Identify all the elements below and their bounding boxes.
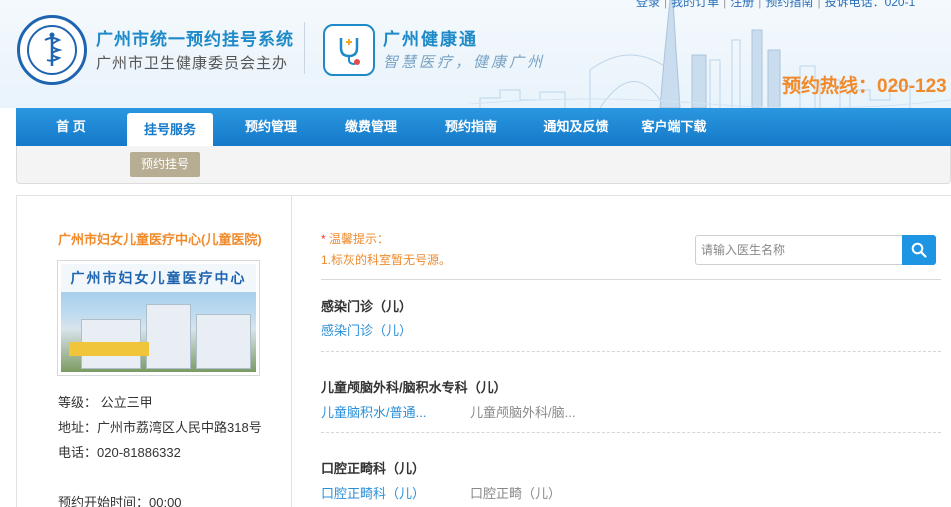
department-clinic-unavailable: 儿童颅脑外科/脑... (470, 405, 576, 420)
nav-client-download[interactable]: 客户端下载 (628, 108, 720, 146)
nav-registration-service[interactable]: 挂号服务 (127, 113, 213, 146)
main-nav: 首 页 挂号服务 预约管理 缴费管理 预约指南 通知及反馈 客户端下载 (16, 108, 951, 146)
required-star-icon: * (321, 232, 326, 246)
department-clinic-unavailable: 口腔正畸（儿） (470, 486, 562, 501)
nav-home[interactable]: 首 页 (34, 108, 108, 146)
register-link[interactable]: 注册 (730, 0, 754, 9)
search-button[interactable] (902, 235, 936, 265)
hospital-info-panel: 广州市妇女儿童医疗中心(儿童医院) 广州市妇女儿童医疗中心 等级： 公立三甲 地… (16, 195, 292, 507)
sub-nav: 预约挂号 (16, 146, 951, 184)
nav-booking-guide[interactable]: 预约指南 (430, 108, 512, 146)
department-clinic-link[interactable]: 口腔正畸科（儿） (321, 483, 425, 502)
doctor-search-box (695, 235, 936, 265)
health-pass-title: 广州健康通 (383, 30, 478, 49)
notice-title: * 温馨提示： (321, 230, 389, 247)
hospital-phone: 电话：020-81886332 (58, 445, 181, 460)
subnav-book-appointment[interactable]: 预约挂号 (130, 152, 200, 177)
booking-start-time: 预约开始时间：00:00 (58, 495, 182, 507)
booking-guide-link[interactable]: 预约指南 (765, 0, 813, 9)
booking-hotline: 预约热线：020-123 (782, 76, 947, 97)
search-icon (911, 242, 927, 258)
notice-title-text: 温馨提示： (329, 232, 390, 246)
department-list-panel: * 温馨提示： 1.标灰的科室暂无号源。 感染门诊（儿） 感染门诊（儿） 儿童颅… (292, 195, 951, 507)
nav-appointment-management[interactable]: 预约管理 (230, 108, 312, 146)
hospital-photo: 广州市妇女儿童医疗中心 (57, 260, 260, 376)
caduceus-icon (27, 25, 77, 75)
nav-payment-management[interactable]: 缴费管理 (330, 108, 412, 146)
department-title: 儿童颅脑外科/脑积水专科（儿） (321, 380, 507, 395)
site-title: 广州市统一预约挂号系统 (96, 30, 294, 49)
department-divider (321, 351, 941, 352)
health-pass-logo-icon (323, 24, 375, 76)
notice-text: 1.标灰的科室暂无号源。 (321, 253, 452, 267)
department-title: 感染门诊（儿） (321, 299, 413, 314)
hospital-name[interactable]: 广州市妇女儿童医疗中心(儿童医院) (58, 229, 262, 248)
my-orders-link[interactable]: 我的订单 (671, 0, 719, 9)
top-links-bar: 登录 | 我的订单 | 注册 | 预约指南 | 投诉电话：020-1 (636, 0, 915, 10)
header-divider (304, 22, 305, 74)
health-commission-logo (17, 15, 87, 85)
department-clinic-link[interactable]: 感染门诊（儿） (321, 320, 412, 339)
hospital-level: 等级： 公立三甲 (58, 395, 153, 410)
section-divider (321, 279, 941, 280)
department-title: 口腔正畸科（儿） (321, 461, 426, 476)
doctor-search-input[interactable] (696, 236, 902, 264)
hospital-photo-banner: 广州市妇女儿童医疗中心 (61, 264, 256, 292)
nav-notice-feedback[interactable]: 通知及反馈 (527, 108, 625, 146)
department-divider (321, 432, 941, 433)
hospital-address: 地址：广州市荔湾区人民中路318号 (58, 420, 262, 435)
login-link[interactable]: 登录 (636, 0, 660, 9)
site-header: 登录 | 我的订单 | 注册 | 预约指南 | 投诉电话：020-1 广州市统一预约挂号系统 广… (0, 0, 951, 108)
health-pass-slogan: 智慧医疗，健康广州 (383, 54, 546, 71)
complaint-phone: 投诉电话：020-1 (824, 0, 916, 9)
department-clinic-link[interactable]: 儿童脑积水/普通... (321, 402, 426, 421)
site-subtitle: 广州市卫生健康委员会主办 (96, 55, 289, 72)
